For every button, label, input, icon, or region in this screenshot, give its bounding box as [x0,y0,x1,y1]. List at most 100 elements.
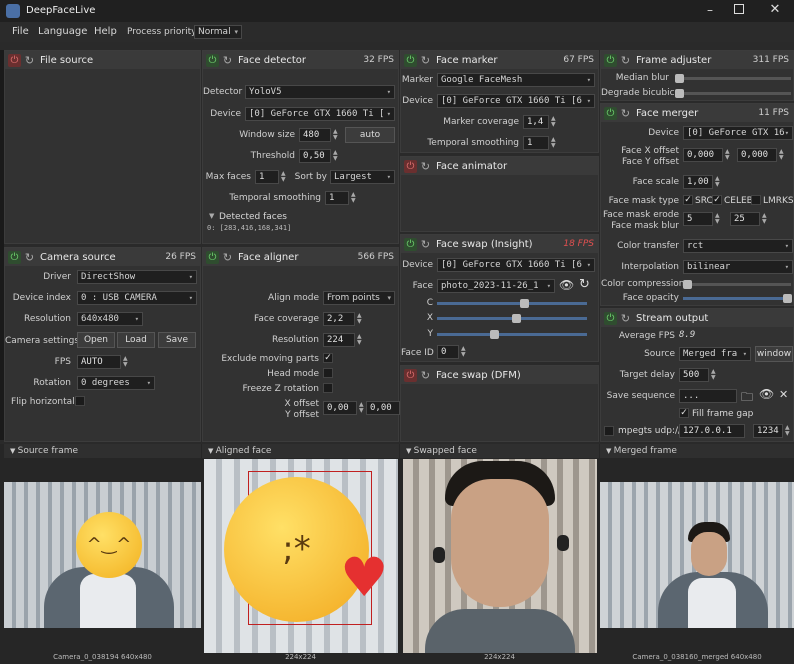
power-icon[interactable]: ⏻ [404,368,417,382]
auto-button[interactable]: auto [345,127,395,143]
mpegts-checkbox[interactable] [604,426,614,436]
temporal-smoothing-spinbox[interactable]: 1 [523,136,549,150]
refresh-icon[interactable]: ↻ [221,251,234,264]
target-delay-spinbox[interactable]: 500 [679,368,709,382]
refresh-icon[interactable]: ↻ [419,54,432,67]
source-select[interactable]: Merged fra ▾ [679,347,751,361]
flip-horizontal-checkbox[interactable] [75,396,85,406]
spin-arrows-icon[interactable]: ▲ ▼ [357,334,362,346]
device-index-select[interactable]: 0 : USB CAMERA ▾ [77,291,197,305]
device-select[interactable]: [0] GeForce GTX 16 ▾ [683,126,793,140]
spin-arrows-icon[interactable]: ▲ ▼ [351,192,356,204]
refresh-icon[interactable]: ↻ [579,277,590,292]
power-icon[interactable]: ⏻ [404,237,417,251]
color-compression-slider[interactable] [683,283,791,286]
sort-by-select[interactable]: Largest ▾ [330,170,395,184]
merged-frame-header[interactable]: ▼ Merged frame [600,444,794,458]
eye-icon[interactable]: 👁 [559,278,574,292]
freeze-z-rotation-checkbox[interactable] [323,383,333,393]
power-icon[interactable]: ⏻ [8,53,21,67]
spin-arrows-icon[interactable]: ▲ ▼ [123,356,128,368]
fps-spinbox[interactable]: AUTO [77,355,121,369]
face-mask-blur-spinbox[interactable]: 25 [730,212,760,226]
align-mode-select[interactable]: From points ▾ [323,291,395,305]
face-mask-erode-spinbox[interactable]: 5 [683,212,713,226]
rotation-select[interactable]: 0 degrees ▾ [77,376,155,390]
refresh-icon[interactable]: ↻ [619,312,632,325]
refresh-icon[interactable]: ↻ [23,54,36,67]
device-select[interactable]: [0] GeForce GTX 1660 Ti [▾ [245,107,395,121]
color-compression-handle[interactable] [683,280,692,289]
spin-arrows-icon[interactable]: ▲ ▼ [359,402,364,414]
spin-arrows-icon[interactable]: ▲ ▼ [461,346,466,358]
power-icon[interactable]: ⏻ [404,53,417,67]
spin-arrows-icon[interactable]: ▲ ▼ [281,171,286,183]
threshold-spinbox[interactable]: 0,50 [299,149,331,163]
x-slider-handle[interactable] [512,314,521,323]
open-button[interactable]: Open [77,332,115,348]
udp-port-input[interactable]: 1234 [753,424,783,438]
spin-arrows-icon[interactable]: ▲ ▼ [785,425,790,437]
median-blur-slider[interactable] [675,77,791,80]
refresh-icon[interactable]: ↻ [221,54,234,67]
spin-arrows-icon[interactable]: ▲ ▼ [551,116,556,128]
spin-arrows-icon[interactable]: ▲ ▼ [357,313,362,325]
detector-select[interactable]: YoloV5 ▾ [245,85,395,99]
c-slider-handle[interactable] [520,299,529,308]
refresh-icon[interactable]: ↻ [23,251,36,264]
load-button[interactable]: Load [117,332,155,348]
save-button[interactable]: Save [158,332,196,348]
close-icon[interactable]: ✕ [779,388,788,401]
power-icon[interactable]: ⏻ [404,159,417,173]
device-select[interactable]: [0] GeForce GTX 1660 Ti [6 ▾ [437,94,595,108]
refresh-icon[interactable]: ↻ [619,107,632,120]
spin-arrows-icon[interactable]: ▲ ▼ [779,149,784,161]
exclude-moving-parts-checkbox[interactable]: ✓ [323,353,333,363]
head-mode-checkbox[interactable] [323,368,333,378]
spin-arrows-icon[interactable]: ▲ ▼ [715,176,720,188]
spin-arrows-icon[interactable]: ▲ ▼ [333,129,338,141]
y-offset-spinbox[interactable]: 0,00 [366,401,400,415]
menu-file[interactable]: File [12,26,29,37]
spin-arrows-icon[interactable]: ▲ ▼ [725,149,730,161]
maximize-button[interactable] [734,4,744,14]
color-transfer-select[interactable]: rct ▾ [683,239,793,253]
face-coverage-spinbox[interactable]: 2,2 [323,312,355,326]
save-sequence-input[interactable]: ... [679,389,737,403]
source-frame-header[interactable]: ▼ Source frame [4,444,201,458]
folder-icon[interactable]: 🗀 [741,388,753,409]
menu-language[interactable]: Language [38,26,87,37]
median-blur-handle[interactable] [675,74,684,83]
spin-arrows-icon[interactable]: ▲ ▼ [762,213,767,225]
resolution-spinbox[interactable]: 224 [323,333,355,347]
celeb-checkbox[interactable]: ✓ [712,195,722,205]
refresh-icon[interactable]: ↻ [419,238,432,251]
power-icon[interactable]: ⏻ [8,250,21,264]
power-icon[interactable]: ⏻ [206,53,219,67]
aligned-face-header[interactable]: ▼ Aligned face [202,444,399,458]
marker-coverage-spinbox[interactable]: 1,4 [523,115,549,129]
swapped-face-header[interactable]: ▼ Swapped face [400,444,599,458]
src-checkbox[interactable]: ✓ [683,195,693,205]
face-opacity-handle[interactable] [783,294,792,303]
marker-select[interactable]: Google FaceMesh ▾ [437,73,595,87]
temporal-smoothing-spinbox[interactable]: 1 [325,191,349,205]
face-opacity-slider[interactable] [683,297,791,300]
spin-arrows-icon[interactable]: ▲ ▼ [551,137,556,149]
resolution-select[interactable]: 640x480 ▾ [77,312,143,326]
power-icon[interactable]: ⏻ [604,311,617,325]
y-slider[interactable] [437,333,587,336]
c-slider[interactable] [437,302,587,305]
face-y-offset-spinbox[interactable]: 0,000 [737,148,777,162]
interpolation-select[interactable]: bilinear ▾ [683,260,793,274]
face-id-spinbox[interactable]: 0 [437,345,459,359]
fill-frame-gap-checkbox[interactable]: ✓ [679,408,689,418]
device-select[interactable]: [0] GeForce GTX 1660 Ti [6 ▾ [437,258,595,272]
power-icon[interactable]: ⏻ [206,250,219,264]
degrade-bicubic-slider[interactable] [675,92,791,95]
refresh-icon[interactable]: ↻ [619,54,632,67]
driver-select[interactable]: DirectShow ▾ [77,270,197,284]
spin-arrows-icon[interactable]: ▲ ▼ [715,213,720,225]
minimize-button[interactable]: – [700,3,720,17]
refresh-icon[interactable]: ↻ [419,160,432,173]
